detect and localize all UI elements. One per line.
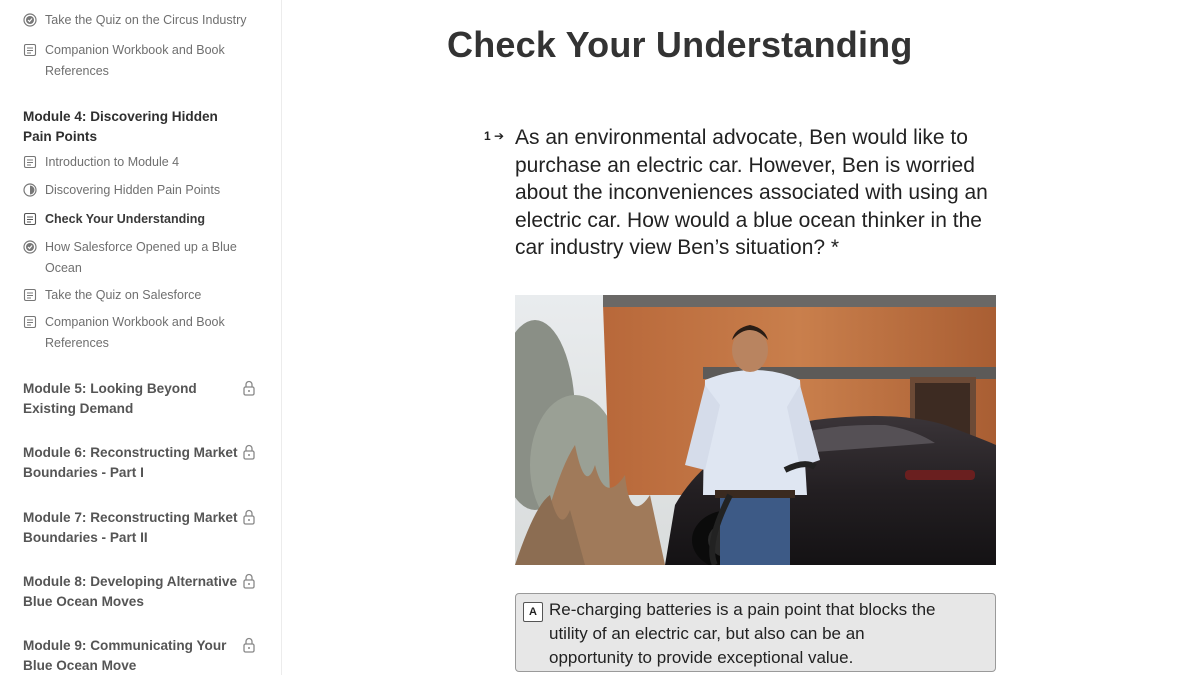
module-4-title[interactable]: Module 4: Discovering Hidden Pain Points xyxy=(23,107,258,146)
sidebar-item-workbook-3[interactable]: Companion Workbook and Book References xyxy=(23,40,258,81)
sidebar-item-discovering-pain-points[interactable]: Discovering Hidden Pain Points xyxy=(23,180,258,201)
module-title: Module 6: Reconstructing Market Boundari… xyxy=(23,445,238,480)
module-title: Module 4: Discovering Hidden Pain Points xyxy=(23,109,218,144)
lock-icon xyxy=(243,444,255,460)
sidebar-item-label: Take the Quiz on the Circus Industry xyxy=(45,13,247,27)
sidebar-item-label: Companion Workbook and Book References xyxy=(45,43,225,78)
sidebar-item-circus-quiz[interactable]: Take the Quiz on the Circus Industry xyxy=(23,10,258,31)
check-circle-icon xyxy=(23,13,37,27)
document-icon xyxy=(23,315,37,329)
check-circle-icon xyxy=(23,240,37,254)
question-number: 1 ➔ xyxy=(484,129,504,143)
module-7-locked[interactable]: Module 7: Reconstructing Market Boundari… xyxy=(23,508,258,547)
sidebar-item-label: Check Your Understanding xyxy=(45,212,205,226)
option-text: Re-charging batteries is a pain point th… xyxy=(549,600,936,667)
sidebar-item-salesforce-quiz[interactable]: Take the Quiz on Salesforce xyxy=(23,285,258,306)
option-key: A xyxy=(523,602,543,622)
document-icon xyxy=(23,288,37,302)
sidebar-item-workbook-4[interactable]: Companion Workbook and Book References xyxy=(23,312,258,353)
sidebar-item-intro-module-4[interactable]: Introduction to Module 4 xyxy=(23,152,258,173)
module-9-locked[interactable]: Module 9: Communicating Your Blue Ocean … xyxy=(23,636,258,675)
module-5-locked[interactable]: Module 5: Looking Beyond Existing Demand xyxy=(23,379,258,418)
lock-icon xyxy=(243,380,255,396)
module-title: Module 9: Communicating Your Blue Ocean … xyxy=(23,638,227,673)
document-icon xyxy=(23,155,37,169)
question-number-value: 1 xyxy=(484,129,491,143)
sidebar-item-label: How Salesforce Opened up a Blue Ocean xyxy=(45,240,237,275)
module-title: Module 7: Reconstructing Market Boundari… xyxy=(23,510,238,545)
module-6-locked[interactable]: Module 6: Reconstructing Market Boundari… xyxy=(23,443,258,482)
sidebar-item-check-understanding[interactable]: Check Your Understanding xyxy=(23,209,258,230)
module-title: Module 5: Looking Beyond Existing Demand xyxy=(23,381,197,416)
sidebar-item-label: Discovering Hidden Pain Points xyxy=(45,183,221,197)
question-text: As an environmental advocate, Ben would … xyxy=(515,126,988,259)
page-title: Check Your Understanding xyxy=(447,24,913,65)
question-arrow-icon: ➔ xyxy=(494,129,505,143)
sidebar-item-label: Companion Workbook and Book References xyxy=(45,315,225,350)
document-icon xyxy=(23,43,37,57)
lock-icon xyxy=(243,573,255,589)
sidebar-item-salesforce-blue-ocean[interactable]: How Salesforce Opened up a Blue Ocean xyxy=(23,237,258,278)
course-sidebar[interactable]: Take the Quiz on the Circus Industry Com… xyxy=(0,0,282,675)
module-title: Module 8: Developing Alternative Blue Oc… xyxy=(23,574,238,609)
sidebar-item-label: Introduction to Module 4 xyxy=(45,155,180,169)
sidebar-item-label: Take the Quiz on Salesforce xyxy=(45,288,202,302)
half-circle-icon xyxy=(23,183,37,197)
document-icon xyxy=(23,212,37,226)
lock-icon xyxy=(243,637,255,653)
module-8-locked[interactable]: Module 8: Developing Alternative Blue Oc… xyxy=(23,572,258,611)
man-charging-electric-car-image xyxy=(515,295,996,565)
lock-icon xyxy=(243,509,255,525)
question-image xyxy=(515,295,996,565)
answer-option-a[interactable]: A Re-charging batteries is a pain point … xyxy=(515,593,996,672)
